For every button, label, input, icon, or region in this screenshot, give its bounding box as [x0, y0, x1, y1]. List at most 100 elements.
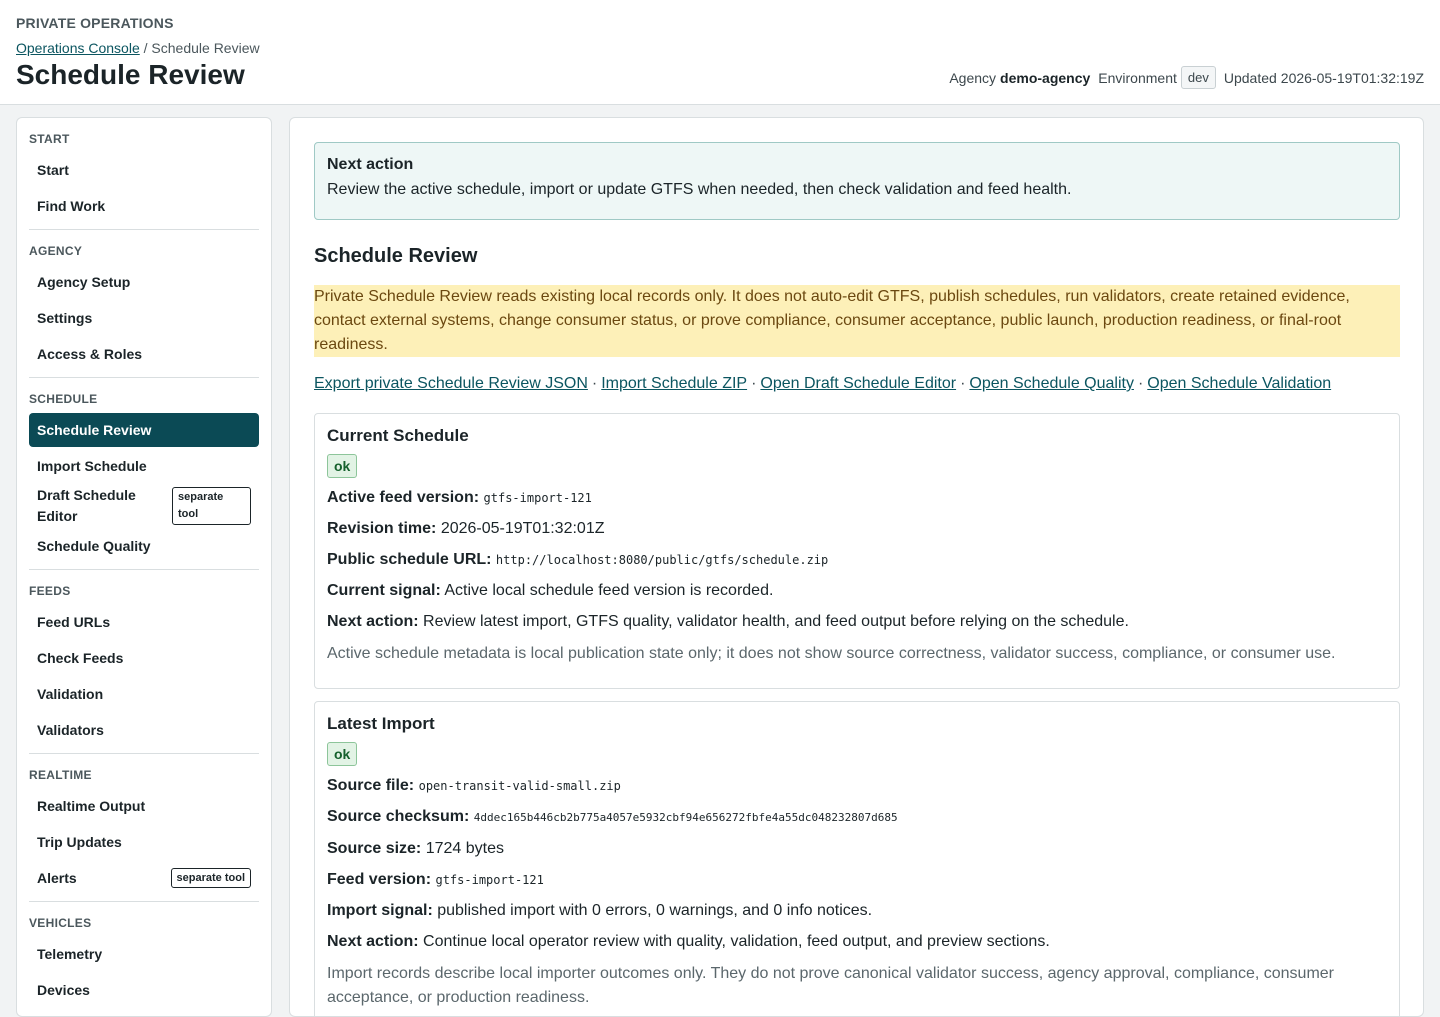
sidebar-item-agency-setup[interactable]: Agency Setup [29, 265, 259, 299]
field-label: Import signal: [327, 902, 433, 919]
link-separator: · [960, 375, 966, 392]
sidebar-item-label: Devices [37, 981, 90, 998]
sidebar-nav: START Start Find Work AGENCY Agency Setu… [16, 117, 272, 1017]
field-label: Next action: [327, 613, 419, 630]
sidebar-item-label: Settings [37, 309, 93, 326]
sidebar-item-access-roles[interactable]: Access & Roles [29, 337, 259, 371]
field-label: Next action: [327, 933, 419, 950]
header-meta: Agency demo-agency Environment dev Updat… [949, 66, 1424, 89]
sidebar-item-label: Access & Roles [37, 345, 143, 362]
nav-group-label: VEHICLES [29, 916, 92, 930]
field-label: Source size: [327, 840, 422, 857]
nav-group-schedule: SCHEDULE Schedule Review Import Schedule… [29, 378, 259, 570]
card-note: Active schedule metadata is local public… [327, 645, 1336, 662]
field-value: Continue local operator review with qual… [423, 933, 1050, 950]
field-label: Source checksum: [327, 808, 470, 825]
field-label: Active feed version: [327, 489, 480, 506]
field-value: 4ddec165b446cb2b775a4057e5932cbf94e65627… [473, 811, 898, 824]
sidebar-item-realtime-output[interactable]: Realtime Output [29, 789, 259, 823]
page-title: Schedule Review [16, 59, 245, 90]
scope-warning: Private Schedule Review reads existing l… [314, 285, 1400, 357]
sidebar-item-feed-urls[interactable]: Feed URLs [29, 605, 259, 639]
sidebar-item-find-work[interactable]: Find Work [29, 189, 259, 223]
sidebar-item-schedule-quality[interactable]: Schedule Quality [29, 529, 259, 563]
sidebar-item-label: Realtime Output [37, 797, 146, 814]
field-source-file: Source file: open-transit-valid-small.zi… [327, 775, 1387, 797]
field-revision-time: Revision time: 2026-05-19T01:32:01Z [327, 518, 1387, 540]
sidebar-item-label: Start [37, 161, 69, 178]
sidebar-item-draft-schedule-editor[interactable]: Draft Schedule Editor separate tool [29, 485, 259, 527]
sidebar-item-label: Alerts [37, 869, 77, 886]
separate-tool-badge: separate tool [170, 868, 251, 888]
card-note: Import records describe local importer o… [327, 965, 1335, 1006]
latest-import-card: Latest Import ok Source file: open-trans… [314, 701, 1400, 1016]
nav-group-vehicles: VEHICLES Telemetry Devices [29, 902, 259, 1013]
nav-group-realtime: REALTIME Realtime Output Trip Updates Al… [29, 754, 259, 902]
app-eyebrow: PRIVATE OPERATIONS [16, 15, 174, 31]
field-value: open-transit-valid-small.zip [418, 779, 621, 793]
import-schedule-zip-link[interactable]: Import Schedule ZIP [601, 375, 747, 392]
field-feed-version: Feed version: gtfs-import-121 [327, 869, 1387, 891]
next-action-title: Next action [327, 156, 414, 173]
sidebar-item-check-feeds[interactable]: Check Feeds [29, 641, 259, 675]
sidebar-item-label: Check Feeds [37, 649, 124, 666]
export-json-link[interactable]: Export private Schedule Review JSON [314, 375, 588, 392]
sidebar-item-settings[interactable]: Settings [29, 301, 259, 335]
sidebar-item-validation[interactable]: Validation [29, 677, 259, 711]
open-schedule-quality-link[interactable]: Open Schedule Quality [969, 375, 1134, 392]
field-label: Public schedule URL: [327, 551, 492, 568]
field-value: gtfs-import-121 [435, 873, 544, 887]
link-separator: · [751, 375, 757, 392]
sidebar-item-alerts[interactable]: Alerts separate tool [29, 861, 259, 895]
next-action-body: Review the active schedule, import or up… [327, 181, 1072, 198]
sidebar-item-label: Draft Schedule Editor [37, 487, 136, 524]
card-title: Current Schedule [327, 426, 469, 445]
updated-timestamp: 2026-05-19T01:32:19Z [1280, 69, 1424, 86]
field-label: Current signal: [327, 582, 441, 599]
nav-group-agency: AGENCY Agency Setup Settings Access & Ro… [29, 230, 259, 378]
breadcrumb-separator: / [139, 40, 152, 56]
field-label: Source file: [327, 777, 415, 794]
status-badge: ok [327, 742, 358, 766]
link-separator: · [1137, 375, 1144, 392]
field-value: 2026-05-19T01:32:01Z [440, 520, 605, 537]
sidebar-item-label: Agency Setup [37, 273, 131, 290]
nav-group-label: SCHEDULE [29, 392, 98, 406]
updated-label: Updated [1223, 69, 1277, 86]
sidebar-item-label: Schedule Quality [37, 537, 151, 554]
sidebar-item-label: Trip Updates [37, 833, 122, 850]
page-header: PRIVATE OPERATIONS Operations Console / … [0, 0, 1440, 105]
action-links: Export private Schedule Review JSON · Impo… [314, 375, 1331, 393]
sidebar-item-label: Feed URLs [37, 613, 111, 630]
link-separator: · [591, 375, 598, 392]
sidebar-item-label: Validators [37, 721, 104, 738]
field-value: published import with 0 errors, 0 warnin… [437, 902, 873, 919]
nav-group-label: FEEDS [29, 584, 71, 598]
breadcrumb-link-operations-console[interactable]: Operations Console [16, 40, 140, 56]
sidebar-item-devices[interactable]: Devices [29, 973, 259, 1007]
field-next-action: Next action: Continue local operator rev… [327, 931, 1387, 953]
section-title: Schedule Review [314, 245, 478, 267]
main-content: Next action Review the active schedule, … [289, 117, 1424, 1017]
sidebar-item-schedule-review[interactable]: Schedule Review [29, 413, 259, 447]
nav-group-start: START Start Find Work [29, 118, 259, 230]
field-next-action: Next action: Review latest import, GTFS … [327, 611, 1387, 633]
field-source-size: Source size: 1724 bytes [327, 838, 1387, 860]
sidebar-item-telemetry[interactable]: Telemetry [29, 937, 259, 971]
environment-badge: dev [1180, 66, 1216, 89]
sidebar-item-label: Validation [37, 685, 104, 702]
nav-group-label: START [29, 132, 70, 146]
sidebar-item-import-schedule[interactable]: Import Schedule [29, 449, 259, 483]
field-current-signal: Current signal: Active local schedule fe… [327, 580, 1387, 602]
nav-group-label: AGENCY [29, 244, 83, 258]
nav-group-feeds: FEEDS Feed URLs Check Feeds Validation V… [29, 570, 259, 754]
sidebar-item-label: Schedule Review [37, 421, 152, 438]
sidebar-item-validators[interactable]: Validators [29, 713, 259, 747]
agency-value: demo-agency [1000, 69, 1091, 86]
open-draft-editor-link[interactable]: Open Draft Schedule Editor [760, 375, 956, 392]
sidebar-item-trip-updates[interactable]: Trip Updates [29, 825, 259, 859]
field-public-schedule-url: Public schedule URL: http://localhost:80… [327, 549, 1387, 571]
sidebar-item-start[interactable]: Start [29, 153, 259, 187]
open-schedule-validation-link[interactable]: Open Schedule Validation [1147, 375, 1331, 392]
status-badge: ok [327, 454, 358, 478]
